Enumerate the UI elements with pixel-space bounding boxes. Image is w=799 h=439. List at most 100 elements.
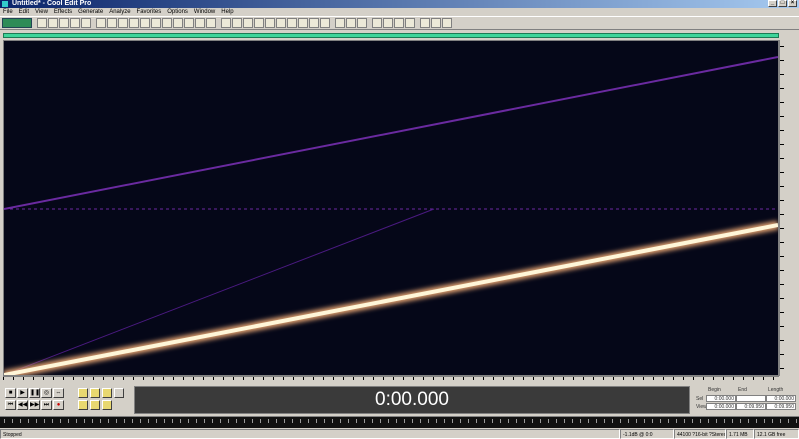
stats-icon[interactable] xyxy=(357,18,367,28)
ruler-tick xyxy=(173,377,174,380)
loop-button[interactable]: ⇔ xyxy=(53,388,64,398)
sel-length-field[interactable]: 0:00.000 xyxy=(766,395,796,402)
menu-bar: File Edit View Effects Generate Analyze … xyxy=(0,8,799,16)
window-controls: _ □ × xyxy=(768,0,797,7)
menu-help[interactable]: Help xyxy=(221,8,233,16)
menu-options[interactable]: Options xyxy=(167,8,188,16)
zoom-tool-icon[interactable] xyxy=(206,18,216,28)
meter-tick xyxy=(28,419,29,423)
copy-icon[interactable] xyxy=(107,18,117,28)
spectral-phase-icon[interactable] xyxy=(254,18,264,28)
multitrack-toggle-button[interactable] xyxy=(2,18,32,28)
trim-icon[interactable] xyxy=(140,18,150,28)
meter-tick xyxy=(548,419,549,423)
overview-bar[interactable] xyxy=(3,33,779,38)
metronome-icon[interactable] xyxy=(320,18,330,28)
play-button[interactable]: ▶ xyxy=(17,388,28,398)
play-list-icon[interactable] xyxy=(309,18,319,28)
select-icon[interactable] xyxy=(195,18,205,28)
status-format: 44100 ?16-bit ?Stereo xyxy=(674,429,726,439)
close-file-icon[interactable] xyxy=(70,18,80,28)
frequency-icon[interactable] xyxy=(346,18,356,28)
ruler-tick xyxy=(553,377,554,380)
zoom-in-vertical-icon[interactable] xyxy=(102,400,112,410)
help-icon[interactable] xyxy=(420,18,430,28)
length-header: Length xyxy=(768,387,784,393)
effect-1-icon[interactable] xyxy=(372,18,382,28)
ruler-tick xyxy=(780,102,784,103)
redo-icon[interactable] xyxy=(173,18,183,28)
zoom-left-icon[interactable] xyxy=(78,400,88,410)
menu-favorites[interactable]: Favorites xyxy=(137,8,162,16)
menu-analyze[interactable]: Analyze xyxy=(109,8,130,16)
spectral-pan-icon[interactable] xyxy=(243,18,253,28)
ruler-tick xyxy=(780,74,784,75)
ruler-tick xyxy=(353,377,354,380)
open-file-icon[interactable] xyxy=(37,18,47,28)
fast-forward-button[interactable]: ▶▶ xyxy=(29,400,40,410)
sel-begin-field[interactable]: 0:00.000 xyxy=(706,395,736,402)
settings-icon[interactable] xyxy=(265,18,275,28)
marker-icon[interactable] xyxy=(276,18,286,28)
menu-view[interactable]: View xyxy=(35,8,48,16)
zoom-right-icon[interactable] xyxy=(90,400,100,410)
ruler-tick xyxy=(593,377,594,380)
ruler-tick xyxy=(23,377,24,380)
zoom-full-icon[interactable] xyxy=(102,388,112,398)
menu-window[interactable]: Window xyxy=(194,8,215,16)
effect-4-icon[interactable] xyxy=(405,18,415,28)
zoom-selection-icon[interactable] xyxy=(114,388,124,398)
meter-tick xyxy=(148,419,149,423)
spectral-display[interactable] xyxy=(3,40,779,376)
play-to-end-button[interactable]: ◎ xyxy=(41,388,52,398)
menu-file[interactable]: File xyxy=(3,8,13,16)
stop-button[interactable]: ■ xyxy=(5,388,16,398)
close-button[interactable]: × xyxy=(788,0,797,7)
menu-edit[interactable]: Edit xyxy=(19,8,29,16)
maximize-button[interactable]: □ xyxy=(778,0,787,7)
analyze-icon[interactable] xyxy=(335,18,345,28)
ruler-tick xyxy=(780,186,784,187)
minimize-button[interactable]: _ xyxy=(768,0,777,7)
view-length-field[interactable]: 0:09.950 xyxy=(766,403,796,410)
spectral-view-icon[interactable] xyxy=(232,18,242,28)
repeat-icon[interactable] xyxy=(184,18,194,28)
effect-2-icon[interactable] xyxy=(383,18,393,28)
go-to-start-button[interactable]: ⏮ xyxy=(5,400,16,410)
mix-paste-icon[interactable] xyxy=(129,18,139,28)
cue-list-icon[interactable] xyxy=(298,18,308,28)
waveform-view-icon[interactable] xyxy=(221,18,231,28)
save-as-icon[interactable] xyxy=(81,18,91,28)
meter-tick xyxy=(596,419,597,423)
rewind-button[interactable]: ◀◀ xyxy=(17,400,28,410)
go-to-end-button[interactable]: ⏭ xyxy=(41,400,52,410)
meter-tick xyxy=(612,419,613,423)
status-bar: Stopped -1.1dB @ 0:0 44100 ?16-bit ?Ster… xyxy=(0,429,799,439)
view-begin-field[interactable]: 0:00.000 xyxy=(706,403,736,410)
delete-icon[interactable] xyxy=(151,18,161,28)
undo-icon[interactable] xyxy=(162,18,172,28)
view-end-field[interactable]: 0:09.950 xyxy=(736,403,766,410)
about-icon[interactable] xyxy=(442,18,452,28)
context-help-icon[interactable] xyxy=(431,18,441,28)
info-icon[interactable] xyxy=(287,18,297,28)
ruler-tick xyxy=(203,377,204,380)
record-button[interactable]: ● xyxy=(53,400,64,410)
meter-tick xyxy=(620,419,621,423)
pause-button[interactable]: ❚❚ xyxy=(29,388,40,398)
zoom-in-horizontal-icon[interactable] xyxy=(78,388,88,398)
save-icon[interactable] xyxy=(48,18,58,28)
new-file-icon[interactable] xyxy=(59,18,69,28)
sel-end-field[interactable] xyxy=(736,395,766,402)
meter-tick xyxy=(324,419,325,423)
paste-icon[interactable] xyxy=(118,18,128,28)
cut-icon[interactable] xyxy=(96,18,106,28)
meter-tick xyxy=(516,419,517,423)
meter-tick xyxy=(212,419,213,423)
effect-3-icon[interactable] xyxy=(394,18,404,28)
menu-generate[interactable]: Generate xyxy=(78,8,103,16)
meter-tick xyxy=(580,419,581,423)
menu-effects[interactable]: Effects xyxy=(54,8,72,16)
zoom-out-horizontal-icon[interactable] xyxy=(90,388,100,398)
frequency-ruler xyxy=(779,40,799,376)
